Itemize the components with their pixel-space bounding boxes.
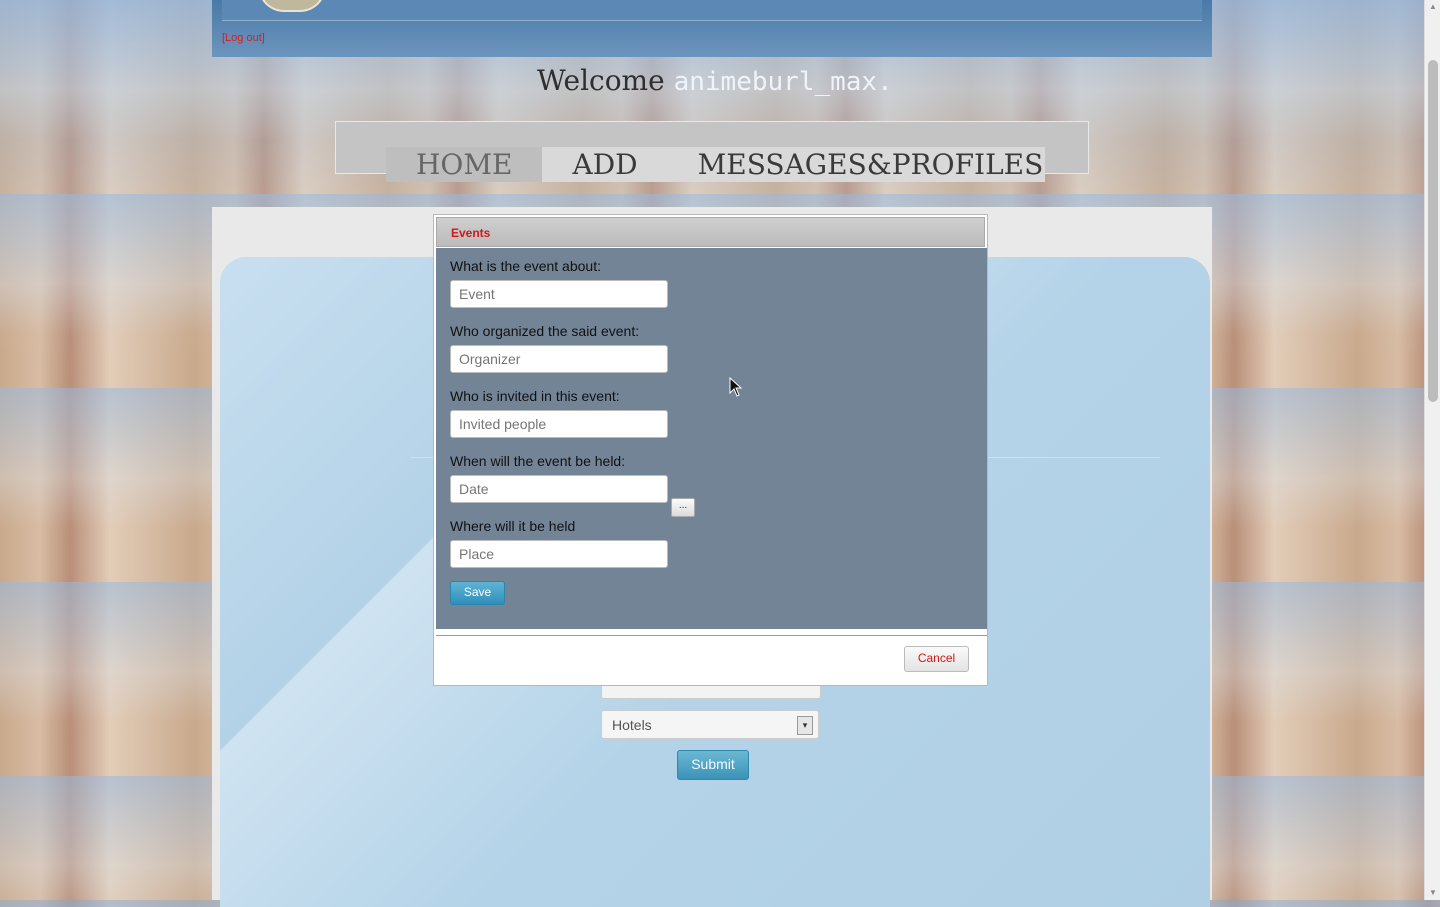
logo [258, 0, 326, 12]
place-input[interactable] [450, 540, 668, 568]
dialog-body: What is the event about: Who organized t… [436, 248, 987, 629]
chevron-down-icon[interactable]: ▾ [797, 716, 813, 735]
nav-item-home[interactable]: HOME [386, 147, 543, 182]
date-label: When will the event be held: [450, 453, 626, 469]
nav-item-messages-profiles[interactable]: MESSAGES&PROFILES [668, 147, 1074, 182]
welcome-message: Welcome animeburl_max. [537, 64, 893, 97]
invited-label: Who is invited in this event: [450, 388, 620, 404]
logout-link[interactable]: [Log out] [222, 32, 265, 44]
page-scrollbar[interactable]: ▲ ▼ [1424, 0, 1440, 900]
organizer-input[interactable] [450, 345, 668, 373]
scroll-down-icon[interactable]: ▼ [1425, 886, 1440, 900]
category-select[interactable]: Hotels ▾ [601, 710, 819, 739]
events-dialog: Events What is the event about: Who orga… [433, 214, 988, 686]
mouse-cursor-icon [729, 377, 743, 397]
header: [Log out] [212, 0, 1212, 57]
scroll-thumb[interactable] [1428, 60, 1438, 402]
event-label: What is the event about: [450, 258, 601, 274]
invited-input[interactable] [450, 410, 668, 438]
header-bar [222, 0, 1202, 21]
username: animeburl_max. [673, 67, 893, 97]
organizer-label: Who organized the said event: [450, 323, 640, 339]
submit-button[interactable]: Submit [677, 750, 749, 780]
scroll-up-icon[interactable]: ▲ [1425, 0, 1440, 14]
place-label: Where will it be held [450, 518, 576, 534]
cancel-button[interactable]: Cancel [904, 646, 969, 672]
date-input[interactable] [450, 475, 668, 503]
event-input[interactable] [450, 280, 668, 308]
welcome-prefix: Welcome [537, 64, 665, 97]
dialog-title[interactable]: Events [436, 217, 985, 247]
dialog-divider [436, 635, 987, 636]
date-picker-button[interactable]: ... [671, 498, 695, 517]
category-select-value: Hotels [612, 717, 652, 733]
save-button[interactable]: Save [450, 581, 505, 605]
main-nav: HOME ADD MESSAGES&PROFILES [386, 147, 1045, 182]
nav-item-add[interactable]: ADD [542, 147, 668, 182]
